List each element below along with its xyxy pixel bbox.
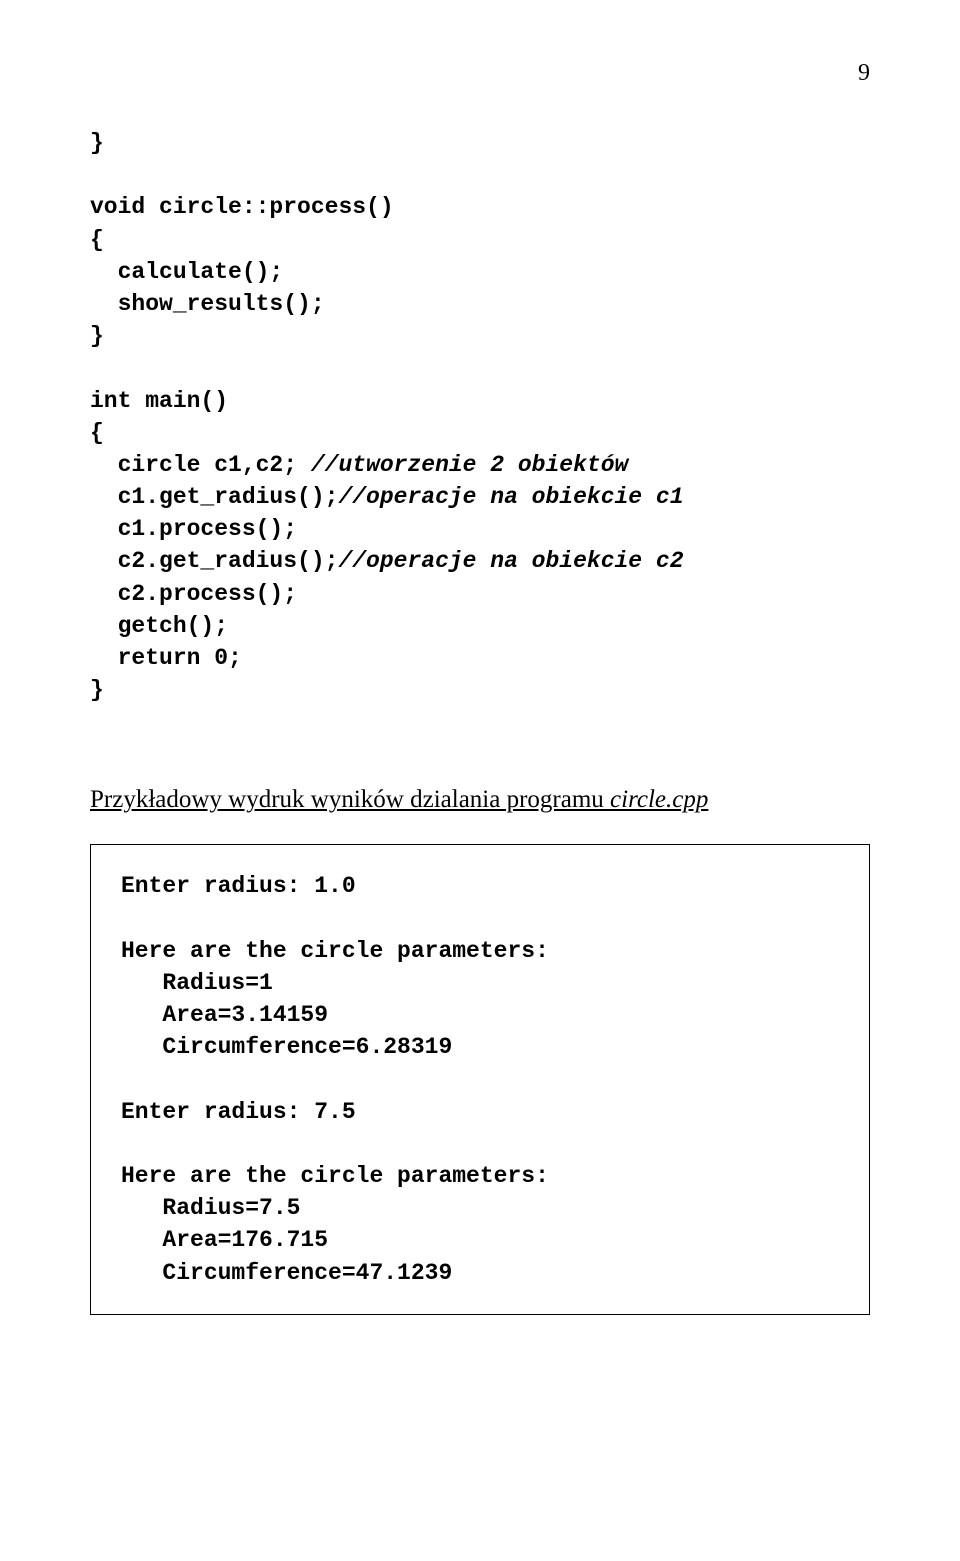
code-line: circle c1,c2;: [90, 452, 311, 478]
output-line: Radius=7.5: [121, 1195, 300, 1221]
output-line: Enter radius: 1.0: [121, 873, 356, 899]
section-prefix: Przykładowy wydruk wyników dzialania pro…: [90, 786, 610, 813]
code-line: {: [90, 420, 104, 446]
code-line: }: [90, 323, 104, 349]
output-line: Here are the circle parameters:: [121, 1163, 549, 1189]
code-comment: //operacje na obiekcie c2: [338, 548, 683, 574]
code-line: c1.process();: [90, 516, 297, 542]
code-line: }: [90, 130, 104, 156]
code-line: calculate();: [90, 259, 283, 285]
output-box: Enter radius: 1.0 Here are the circle pa…: [90, 844, 870, 1314]
code-line: c1.get_radius();: [90, 484, 338, 510]
code-line: c2.process();: [90, 581, 297, 607]
code-line: c2.get_radius();: [90, 548, 338, 574]
section-title: Przykładowy wydruk wyników dzialania pro…: [90, 786, 870, 814]
code-line: return 0;: [90, 645, 242, 671]
page-number: 9: [90, 60, 870, 87]
output-line: Area=3.14159: [121, 1002, 328, 1028]
output-line: Circumference=6.28319: [121, 1034, 452, 1060]
code-block: } void circle::process() { calculate(); …: [90, 127, 870, 706]
code-line: void circle::process(): [90, 194, 394, 220]
output-line: Enter radius: 7.5: [121, 1099, 356, 1125]
code-line: show_results();: [90, 291, 325, 317]
code-comment: //utworzenie 2 obiektów: [311, 452, 628, 478]
section-italic: circle.cpp: [610, 786, 708, 813]
output-line: Area=176.715: [121, 1227, 328, 1253]
code-line: int main(): [90, 388, 228, 414]
code-line: {: [90, 227, 104, 253]
code-comment: //operacje na obiekcie c1: [338, 484, 683, 510]
output-line: Circumference=47.1239: [121, 1260, 452, 1286]
output-line: Here are the circle parameters:: [121, 938, 549, 964]
output-line: Radius=1: [121, 970, 273, 996]
page-container: 9 } void circle::process() { calculate()…: [0, 0, 960, 1375]
code-line: }: [90, 677, 104, 703]
code-line: getch();: [90, 613, 228, 639]
